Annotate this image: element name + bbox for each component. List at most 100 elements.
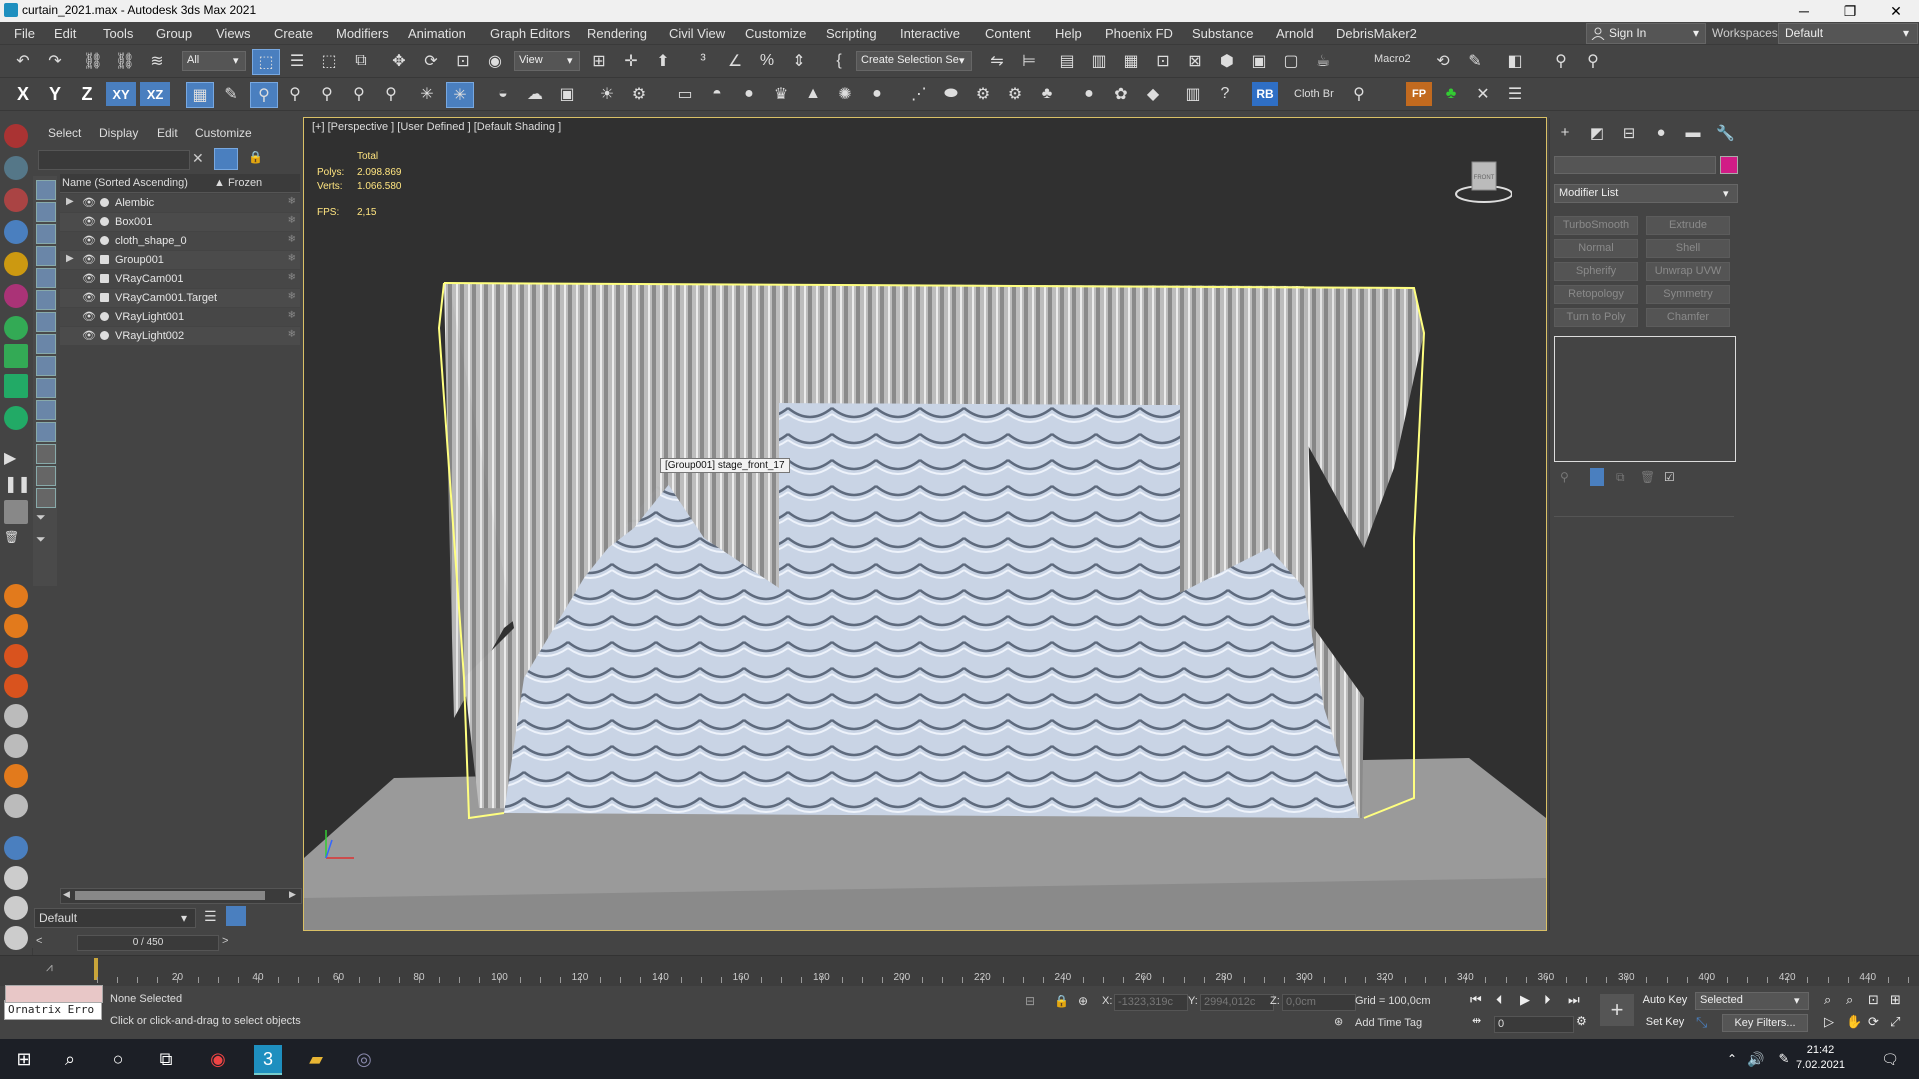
expand-icon[interactable]: ▶	[66, 253, 74, 264]
lock-icon[interactable]: 🔒	[248, 150, 263, 164]
normal-button[interactable]: Normal	[1554, 239, 1638, 258]
list-item[interactable]: 👁 VRayCam001 ❄	[60, 270, 300, 288]
redo-icon[interactable]: ↷	[42, 49, 68, 73]
go-to-end-icon[interactable]: ⏭	[1568, 992, 1580, 1008]
filter-groups-icon[interactable]	[36, 312, 56, 332]
snap-edge-icon[interactable]: ⚲	[314, 82, 340, 106]
render-frame-icon[interactable]: ▢	[1278, 49, 1304, 73]
hemisphere-icon[interactable]: ◓	[704, 82, 730, 106]
zoom-extents-icon[interactable]: ⊡	[1868, 992, 1879, 1008]
turbosmooth-button[interactable]: TurboSmooth	[1554, 216, 1638, 235]
freeze-icon[interactable]: ❄	[288, 310, 296, 321]
flame-icon[interactable]	[4, 644, 28, 668]
list-item[interactable]: 👁 VRayLight001 ❄	[60, 308, 300, 326]
maxscript-mini-listener[interactable]	[5, 985, 103, 1003]
filter-shapes-icon[interactable]	[36, 202, 56, 222]
add-time-tag[interactable]: Add Time Tag	[1355, 1017, 1422, 1029]
create-geometry-icon[interactable]	[4, 124, 28, 148]
pen-icon[interactable]: ✎	[1770, 1045, 1798, 1073]
trash-icon[interactable]: ▥	[1180, 82, 1206, 106]
prev-frame-icon[interactable]: <	[36, 935, 42, 947]
image-icon[interactable]: ▣	[554, 82, 580, 106]
script-icon[interactable]: ✎	[1462, 49, 1488, 73]
explorer-horizontal-scrollbar[interactable]: ◀ ▶	[60, 888, 302, 904]
layer-settings-icon[interactable]	[226, 906, 246, 926]
pin-icon-3[interactable]: ⚲	[1346, 82, 1372, 106]
list-item[interactable]: 👁 Box001 ❄	[60, 213, 300, 231]
eye-icon[interactable]: 👁	[82, 329, 96, 342]
rectangular-selection-icon[interactable]: ⬚	[316, 49, 342, 73]
tab-edit[interactable]: Edit	[157, 126, 178, 140]
axis-xy-button[interactable]: XY	[106, 82, 136, 106]
modify-tab-icon[interactable]: ◩	[1588, 124, 1606, 142]
zoom-extents-all-icon[interactable]: ⊞	[1890, 992, 1901, 1008]
list-item[interactable]: 👁 VRayLight002 ❄	[60, 327, 300, 345]
menu-arnold[interactable]: Arnold	[1276, 26, 1314, 41]
menu-create[interactable]: Create	[274, 26, 313, 41]
restore-button[interactable]: ❐	[1827, 0, 1873, 22]
cone-icon[interactable]: ▲	[800, 82, 826, 106]
filter-cameras-icon[interactable]	[36, 246, 56, 266]
snap-icon[interactable]: ⚲	[250, 82, 278, 108]
zoom-icon[interactable]: ⌕	[1824, 992, 1831, 1008]
eye-icon[interactable]: 👁	[82, 253, 96, 266]
grid-tool-icon[interactable]	[4, 374, 28, 398]
freeze-icon[interactable]: ❄	[288, 253, 296, 264]
tag-icon[interactable]: ⊛	[1334, 1015, 1343, 1028]
sign-in-dropdown[interactable]: Sign In ▾	[1586, 23, 1706, 44]
set-key-big-button[interactable]: +	[1600, 994, 1634, 1026]
maxscript-listener-field[interactable]: Ornatrix Erro	[4, 985, 103, 1020]
lock-selection-icon[interactable]: 🔒	[1054, 994, 1069, 1008]
pin-stack-icon[interactable]: ⚲	[1560, 470, 1569, 484]
chrome-icon[interactable]: ◉	[204, 1045, 232, 1073]
menu-customize[interactable]: Customize	[745, 26, 806, 41]
notifications-icon[interactable]: 🗨	[1876, 1045, 1904, 1073]
move-icon[interactable]: ✥	[386, 49, 412, 73]
menu-group[interactable]: Group	[156, 26, 192, 41]
spinner-snap-icon[interactable]: ⇕	[786, 49, 812, 73]
layer-dropdown[interactable]: Default ▾	[34, 908, 196, 928]
tab-customize[interactable]: Customize	[195, 126, 252, 140]
workspaces-dropdown[interactable]: Default ▾	[1778, 23, 1918, 44]
selection-filter-dropdown[interactable]: All ▾	[182, 51, 246, 71]
list-item[interactable]: 👁 VRayCam001.Target ❄	[60, 289, 300, 307]
freeze-icon[interactable]: ❄	[288, 272, 296, 283]
splash-icon[interactable]	[4, 926, 28, 950]
filter-helpers-icon[interactable]	[36, 268, 56, 288]
menu-content[interactable]: Content	[985, 26, 1031, 41]
flame-icon-2[interactable]	[4, 674, 28, 698]
object-name-field[interactable]	[1554, 156, 1716, 174]
refresh-icon[interactable]: ⟲	[1430, 49, 1456, 73]
isolate-icon[interactable]: ⊟	[1025, 994, 1035, 1008]
retopology-button[interactable]: Retopology	[1554, 285, 1638, 304]
menu-debrismaker2[interactable]: DebrisMaker2	[1336, 26, 1417, 41]
cortana-icon[interactable]: ○	[104, 1045, 132, 1073]
axis-y-button[interactable]: Y	[42, 82, 68, 106]
filter-bones-icon[interactable]	[36, 356, 56, 376]
freeze-icon[interactable]: ❄	[288, 329, 296, 340]
fluid-icon[interactable]	[4, 188, 28, 212]
expand-icon[interactable]: ▶	[66, 196, 74, 207]
star-icon[interactable]	[4, 406, 28, 430]
plant-icon[interactable]: ♣	[1034, 82, 1060, 106]
rotate-icon[interactable]: ⟳	[418, 49, 444, 73]
volume-icon[interactable]: 🔊	[1742, 1045, 1770, 1073]
pan-view-icon[interactable]: ✋	[1846, 1014, 1862, 1030]
menu-phoenix-fd[interactable]: Phoenix FD	[1105, 26, 1173, 41]
key-tangent-icon[interactable]: ⤡	[1696, 1014, 1707, 1031]
menu-views[interactable]: Views	[216, 26, 250, 41]
bind-space-warp-icon[interactable]: ≋	[144, 49, 170, 73]
menu-animation[interactable]: Animation	[408, 26, 466, 41]
orbit-icon[interactable]: ⟳	[1868, 1014, 1879, 1030]
hierarchy-tab-icon[interactable]: ⊟	[1620, 124, 1638, 142]
snap-bbox-icon[interactable]: ✳	[414, 82, 440, 106]
menu-file[interactable]: File	[14, 26, 35, 41]
cloud-icon[interactable]: ☁	[522, 82, 548, 106]
modifier-list-dropdown[interactable]: Modifier List ▾	[1554, 184, 1738, 203]
torus-icon[interactable]	[4, 284, 28, 308]
time-slider[interactable]: < 0 / 450 >	[32, 935, 302, 951]
light-icon[interactable]: ☀	[594, 82, 620, 106]
menu-rendering[interactable]: Rendering	[587, 26, 647, 41]
track-bar[interactable]: ⩘ 20 40 60 80 100 120 140 160 180 200 220 240 260 280…	[0, 955, 1919, 986]
fp-button[interactable]: FP	[1406, 82, 1432, 106]
